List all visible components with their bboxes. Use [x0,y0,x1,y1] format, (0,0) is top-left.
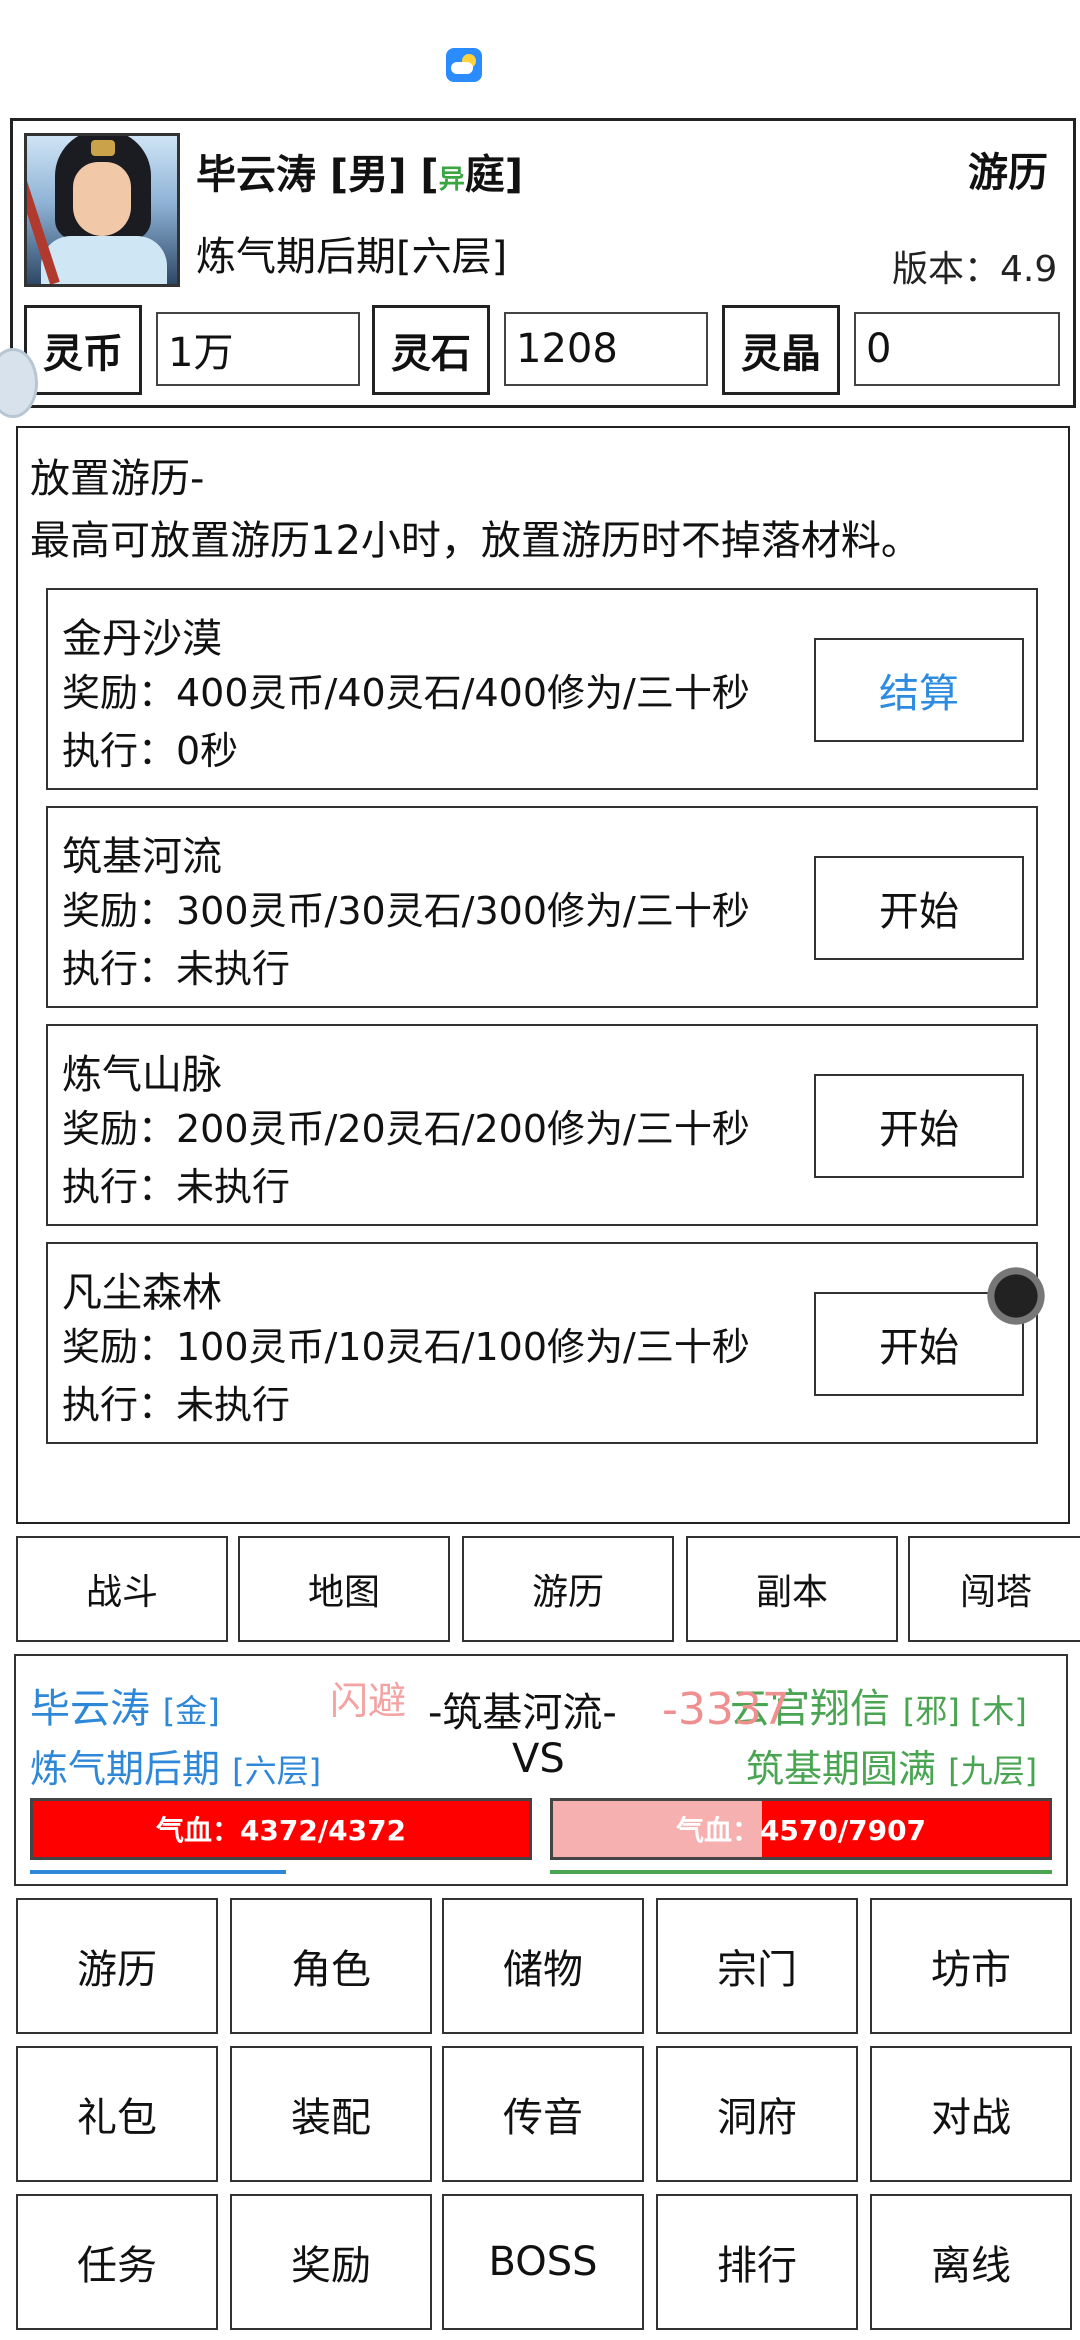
damage-popup: -3337 [662,1684,790,1735]
route-name: 金丹沙漠 [62,616,222,662]
tab-travel[interactable]: 游历 [462,1536,674,1642]
route-card-fanchen-forest: 凡尘森林 奖励：100灵币/10灵石/100修为/三十秒 执行：未执行 开始 [46,1242,1038,1444]
menu-sect-button[interactable]: 宗门 [656,1898,858,2034]
player-tag-overlay: 异 [438,165,465,195]
currency-value-lingbi: 1万 [156,312,360,386]
route-card-jindan-desert: 金丹沙漠 奖励：400灵币/40灵石/400修为/三十秒 执行：0秒 结算 [46,588,1038,790]
menu-character-button[interactable]: 角色 [230,1898,432,2034]
enemy-action-line [550,1870,1052,1874]
status-bar [0,0,1080,110]
route-card-zhuji-river: 筑基河流 奖励：300灵币/30灵石/300修为/三十秒 执行：未执行 开始 [46,806,1038,1008]
route-name: 凡尘森林 [62,1270,222,1316]
player-name: 毕云涛 [男] [异庭] [196,142,523,200]
route-exec: 执行：未执行 [62,1383,291,1427]
enemy-tags: [邪] [木] [902,1692,1027,1730]
player-tag-tail: 庭] [464,152,523,198]
route-exec: 执行：未执行 [62,947,291,991]
tab-map[interactable]: 地图 [238,1536,450,1642]
player-action-line [30,1870,286,1874]
menu-reward-button[interactable]: 奖励 [230,2194,432,2330]
player-battle-name-text: 毕云涛 [30,1686,150,1732]
tab-battle[interactable]: 战斗 [16,1536,228,1642]
currency-label-lingjing: 灵晶 [722,305,840,395]
enemy-battle-realm: 筑基期圆满 [九层] [746,1738,1037,1793]
tab-dungeon[interactable]: 副本 [686,1536,898,1642]
menu-storage-button[interactable]: 储物 [442,1898,644,2034]
route-reward: 奖励：100灵币/10灵石/100修为/三十秒 [62,1325,750,1369]
currency-value-lingjing: 0 [854,312,1060,386]
currency-label-lingshi: 灵石 [372,305,490,395]
enemy-battle-layer: [九层] [948,1752,1038,1790]
menu-cave-button[interactable]: 洞府 [656,2046,858,2182]
weather-icon [446,48,482,82]
vs-label: VS [512,1736,565,1782]
player-hp-bar: 气血：4372/4372 [30,1798,532,1860]
route-reward: 奖励：400灵币/40灵石/400修为/三十秒 [62,671,750,715]
menu-market-button[interactable]: 坊市 [870,1898,1072,2034]
player-battle-realm: 炼气期后期 [六层] [30,1738,321,1793]
start-button[interactable]: 开始 [814,856,1024,960]
version-label: 版本：4.9 [892,249,1058,290]
start-button[interactable]: 开始 [814,1074,1024,1178]
enemy-battle-realm-text: 筑基期圆满 [746,1747,937,1791]
menu-gift-button[interactable]: 礼包 [16,2046,218,2182]
player-realm: 炼气期后期[六层] [196,234,508,280]
menu-ranking-button[interactable]: 排行 [656,2194,858,2330]
player-battle-realm-text: 炼气期后期 [30,1747,221,1791]
player-avatar[interactable] [24,133,180,287]
route-name: 炼气山脉 [62,1052,222,1098]
player-name-text: 毕云涛 [男] [ [196,152,439,198]
panel-title: 放置游历- [30,456,205,502]
route-exec: 执行：0秒 [62,729,239,773]
route-reward: 奖励：200灵币/20灵石/200修为/三十秒 [62,1107,750,1151]
player-element-tag: [金] [162,1692,220,1730]
player-hp-text: 气血：4372/4372 [155,1814,407,1847]
route-name: 筑基河流 [62,834,222,880]
dodge-popup: 闪避 [330,1679,407,1723]
tab-tower[interactable]: 闯塔 [908,1536,1080,1642]
route-exec: 执行：未执行 [62,1165,291,1209]
menu-message-button[interactable]: 传音 [442,2046,644,2182]
battle-location: -筑基河流- [428,1690,617,1736]
enemy-hp-text: 气血：4570/7907 [675,1814,927,1847]
currency-label-lingbi: 灵币 [24,305,142,395]
menu-task-button[interactable]: 任务 [16,2194,218,2330]
route-card-lianqi-mountain: 炼气山脉 奖励：200灵币/20灵石/200修为/三十秒 执行：未执行 开始 [46,1024,1038,1226]
settle-button[interactable]: 结算 [814,638,1024,742]
stamp-icon[interactable] [966,1246,1066,1346]
player-battle-name: 毕云涛 [金] [30,1676,220,1734]
player-battle-layer: [六层] [232,1752,322,1790]
currency-value-lingshi: 1208 [504,312,708,386]
panel-description: 最高可放置游历12小时，放置游历时不掉落材料。 [30,518,921,564]
page-title: 游历 [968,150,1048,196]
route-reward: 奖励：300灵币/30灵石/300修为/三十秒 [62,889,750,933]
enemy-hp-bar: 气血：4570/7907 [550,1798,1052,1860]
menu-boss-button[interactable]: BOSS [442,2194,644,2330]
menu-travel-button[interactable]: 游历 [16,1898,218,2034]
menu-duel-button[interactable]: 对战 [870,2046,1072,2182]
menu-equip-button[interactable]: 装配 [230,2046,432,2182]
menu-offline-button[interactable]: 离线 [870,2194,1072,2330]
